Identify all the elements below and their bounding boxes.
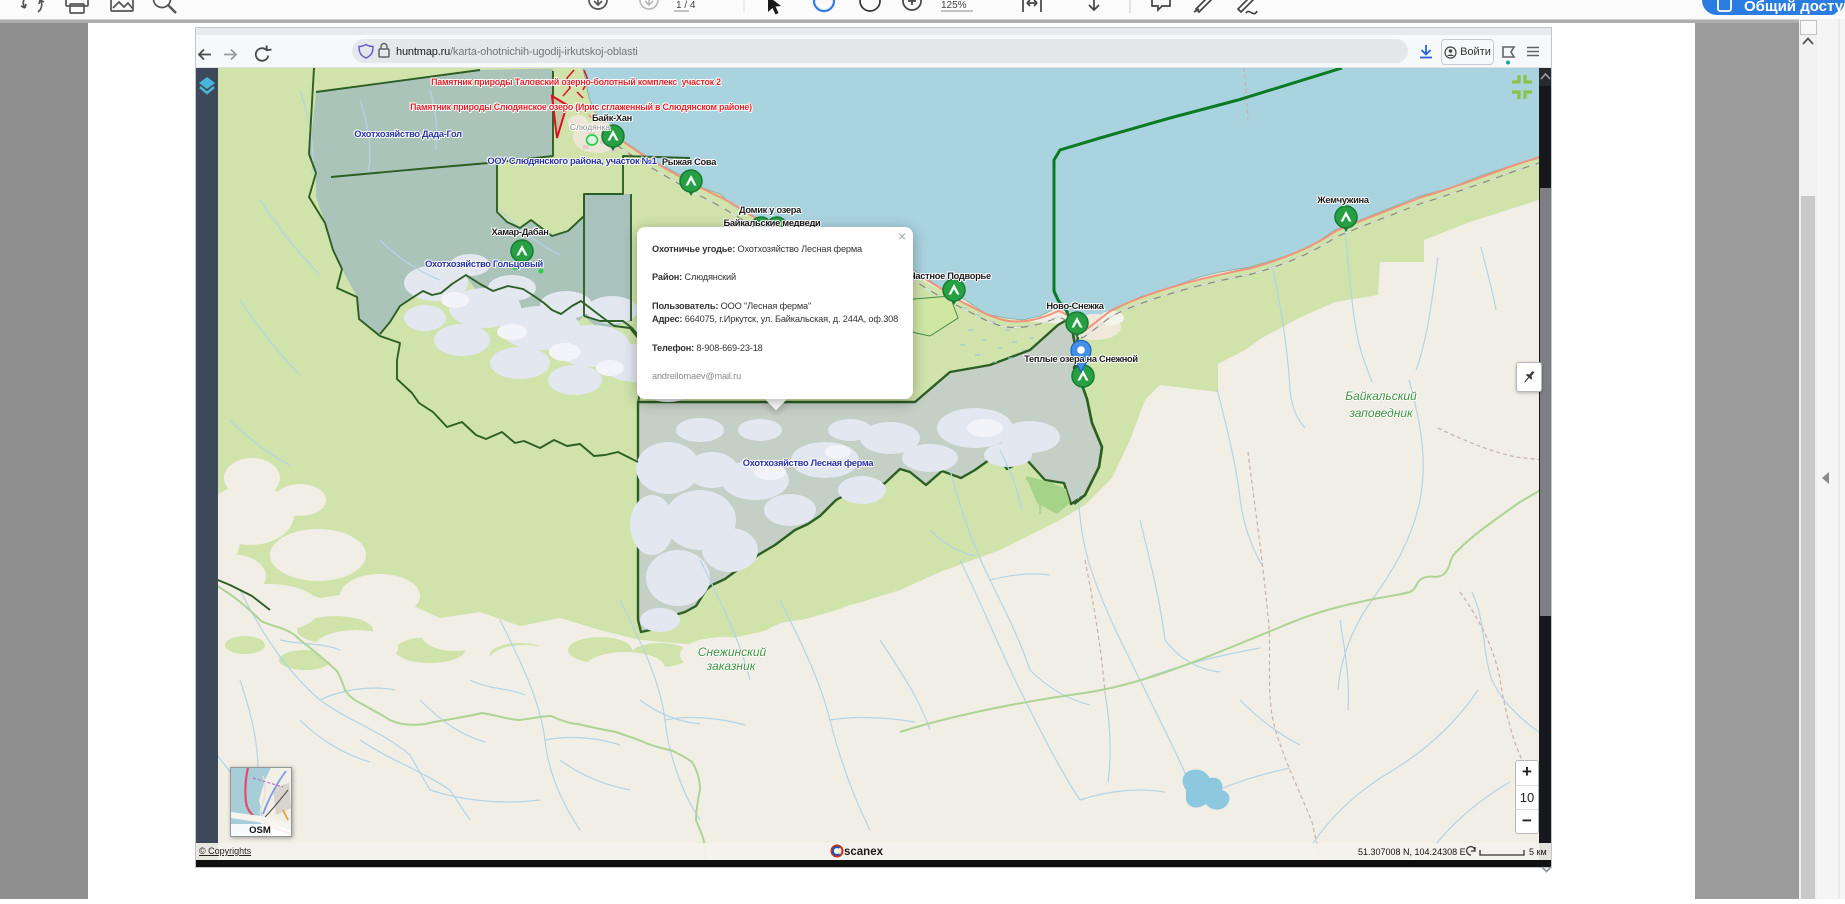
svg-text:Общий доступ: Общий доступ (1744, 0, 1845, 15)
svg-text:OSM: OSM (249, 825, 271, 836)
svg-text:1 / 4: 1 / 4 (676, 0, 696, 11)
svg-text:125%: 125% (941, 0, 967, 11)
